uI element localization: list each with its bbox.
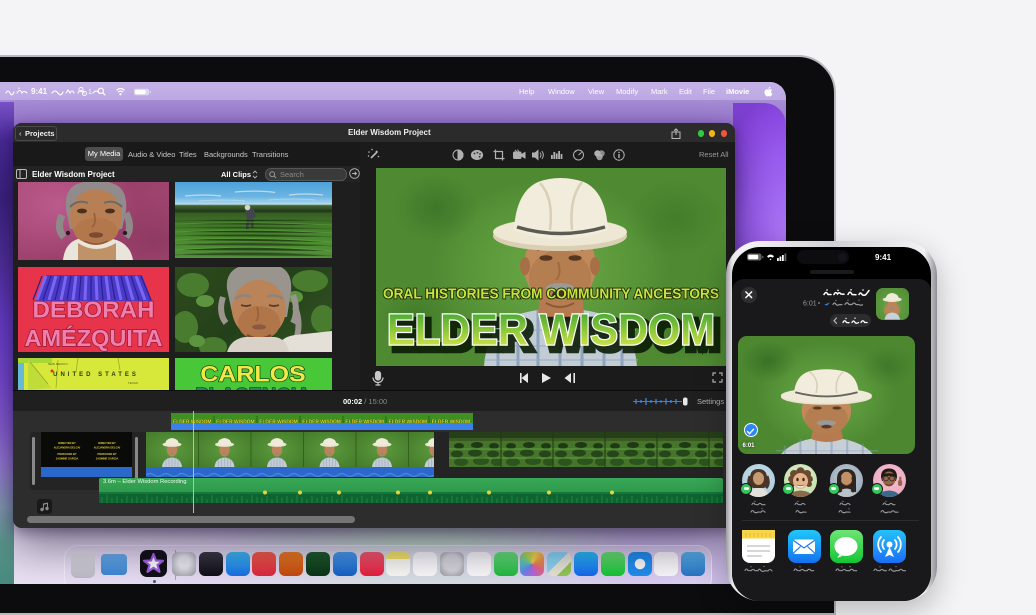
svg-text:JASMINE GARCIA: JASMINE GARCIA	[56, 457, 79, 461]
svg-text:DIRECTED BY: DIRECTED BY	[58, 441, 76, 445]
svg-text:ALEJANDRA DELGAI: ALEJANDRA DELGAI	[54, 446, 81, 450]
svg-text:ORAL HISTORIES FROM COMMUNITY: ORAL HISTORIES FROM COMMUNITY ANCESTORS	[383, 286, 719, 303]
svg-text:UNITED STATES: UNITED STATES	[53, 372, 139, 378]
svg-text:CARLOS: CARLOS	[200, 362, 305, 388]
svg-text:ELDER WISDOM: ELDER WISDOM	[387, 306, 715, 354]
svg-text:DEBORAH: DEBORAH	[33, 298, 155, 324]
svg-text:9:41: 9:41	[31, 87, 48, 96]
svg-text:PRODUCED BY: PRODUCED BY	[97, 452, 116, 456]
svg-text:PRODUCED BY: PRODUCED BY	[57, 452, 76, 456]
svg-text:NEW MEXICO: NEW MEXICO	[48, 362, 68, 366]
svg-text:AMÉZQUITA: AMÉZQUITA	[25, 325, 163, 351]
svg-text:6:01: 6:01	[803, 301, 817, 308]
svg-text:DIRECTED BY: DIRECTED BY	[98, 441, 116, 445]
svg-text:ALEJANDRA DELGAI: ALEJANDRA DELGAI	[94, 446, 121, 450]
svg-text:TEXAS: TEXAS	[128, 381, 138, 385]
svg-text:JASMINE GARCIA: JASMINE GARCIA	[96, 457, 119, 461]
